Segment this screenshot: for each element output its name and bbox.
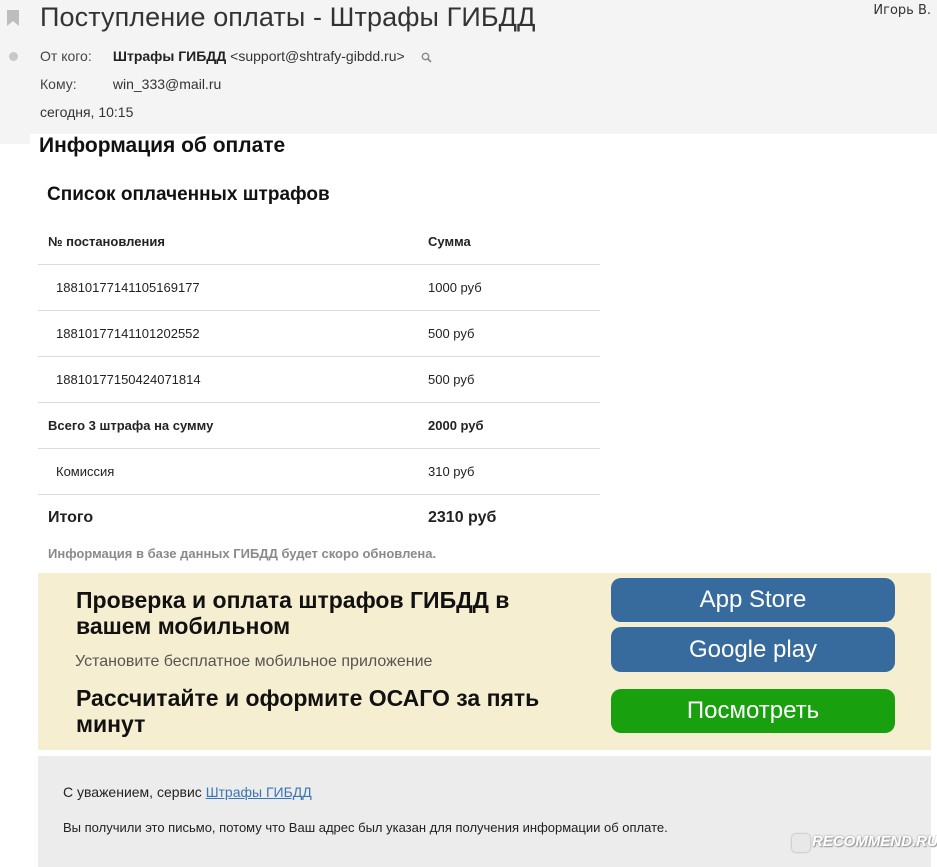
watermark: RECOMMEND.RU bbox=[812, 833, 937, 850]
fine-amount: 1000 руб bbox=[428, 280, 482, 295]
paid-fines-title: Список оплаченных штрафов bbox=[47, 184, 330, 205]
sender-email[interactable]: <support@shtrafy-gibdd.ru> bbox=[230, 48, 405, 64]
header-edge bbox=[0, 134, 30, 144]
fines-table: № постановления Сумма 188101771411051691… bbox=[38, 219, 600, 541]
regards-text: С уважением, сервис bbox=[63, 784, 206, 800]
service-link[interactable]: Штрафы ГИБДД bbox=[206, 784, 312, 800]
bookmark-icon[interactable] bbox=[7, 10, 19, 26]
email-date: сегодня, 10:15 bbox=[40, 104, 134, 120]
promo-heading-app: Проверка и оплата штрафов ГИБДД в вашем … bbox=[76, 587, 510, 639]
commission-label: Комиссия bbox=[56, 464, 115, 479]
table-row: 18810177141105169177 1000 руб bbox=[38, 265, 600, 311]
total-value: 2310 руб bbox=[428, 509, 497, 526]
app-store-button[interactable]: App Store bbox=[611, 578, 895, 622]
commission-value: 310 руб bbox=[428, 464, 475, 479]
from-row: От кого: Штрафы ГИБДД <support@shtrafy-g… bbox=[40, 48, 432, 64]
table-row: 18810177150424071814 500 руб bbox=[38, 357, 600, 403]
fine-number: 18810177150424071814 bbox=[56, 372, 201, 387]
promo-subtitle: Установите бесплатное мобильное приложен… bbox=[75, 653, 433, 670]
disclaimer: Вы получили это письмо, потому что Ваш а… bbox=[63, 820, 668, 835]
view-osago-button[interactable]: Посмотреть bbox=[611, 689, 895, 733]
promo-heading-osago: Рассчитайте и оформите ОСАГО за пять мин… bbox=[76, 685, 540, 737]
from-label: От кого: bbox=[40, 48, 92, 64]
email-subject: Поступление оплаты - Штрафы ГИБДД bbox=[40, 2, 536, 32]
info-title: Информация об оплате bbox=[39, 134, 286, 157]
column-header-number: № постановления bbox=[48, 234, 165, 249]
to-row: Кому: win_333@mail.ru bbox=[40, 76, 221, 92]
total-row: Итого 2310 руб bbox=[38, 495, 600, 541]
subtotal-label: Всего 3 штрафа на сумму bbox=[48, 418, 214, 433]
fine-number: 18810177141101202552 bbox=[56, 326, 200, 341]
table-row: 18810177141101202552 500 руб bbox=[38, 311, 600, 357]
promo-banner: Проверка и оплата штрафов ГИБДД в вашем … bbox=[38, 573, 931, 750]
commission-row: Комиссия 310 руб bbox=[38, 449, 600, 495]
google-play-button[interactable]: Google play bbox=[611, 627, 895, 672]
subtotal-value: 2000 руб bbox=[428, 418, 484, 433]
column-header-amount: Сумма bbox=[428, 234, 471, 249]
table-header: № постановления Сумма bbox=[38, 219, 600, 265]
sender-name[interactable]: Штрафы ГИБДД bbox=[113, 48, 226, 64]
fine-amount: 500 руб bbox=[428, 326, 475, 341]
recommend-logo-icon bbox=[792, 834, 810, 852]
update-note: Информация в базе данных ГИБДД будет ско… bbox=[48, 546, 437, 561]
unread-dot-icon[interactable] bbox=[9, 52, 18, 61]
total-label: Итого bbox=[48, 509, 94, 526]
fine-number: 18810177141105169177 bbox=[56, 280, 200, 295]
recipient-email[interactable]: win_333@mail.ru bbox=[113, 76, 221, 92]
user-name[interactable]: Игорь В. bbox=[873, 3, 931, 18]
search-icon[interactable] bbox=[421, 52, 432, 63]
fine-amount: 500 руб bbox=[428, 372, 475, 387]
regards-line: С уважением, сервис Штрафы ГИБДД bbox=[63, 784, 312, 800]
to-label: Кому: bbox=[40, 76, 77, 92]
subtotal-row: Всего 3 штрафа на сумму 2000 руб bbox=[38, 403, 600, 449]
